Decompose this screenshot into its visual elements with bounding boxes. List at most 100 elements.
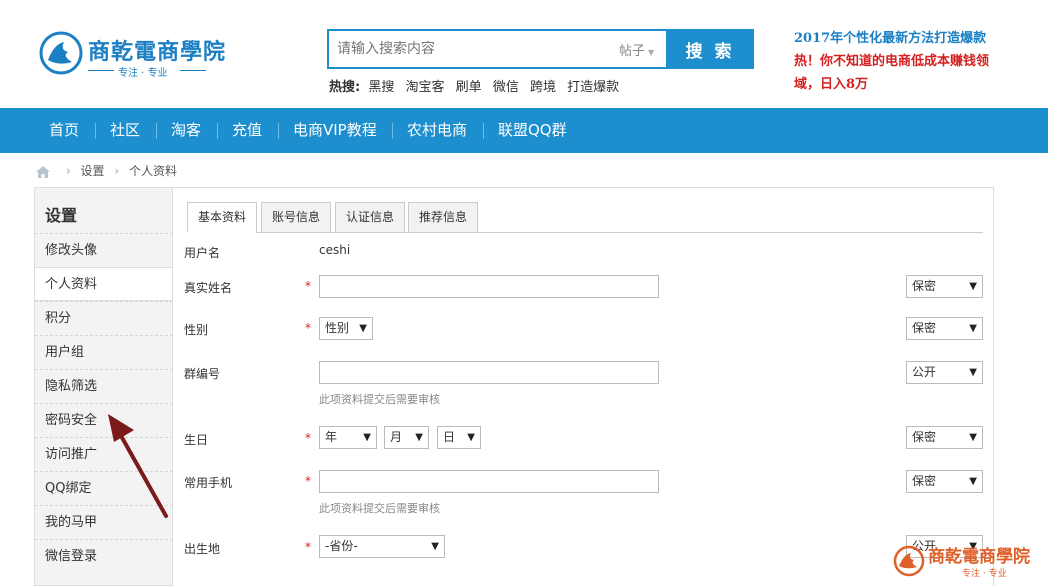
birth-year-select[interactable]: 年 ▼ bbox=[319, 426, 377, 449]
dropdown-arrow-icon: ▼ bbox=[431, 541, 439, 552]
birth-month-select[interactable]: 月 ▼ bbox=[384, 426, 429, 449]
nav-divider bbox=[95, 123, 96, 139]
dropdown-arrow-icon: ▼ bbox=[969, 476, 977, 487]
breadcrumb: › 设置 › 个人资料 bbox=[36, 162, 177, 180]
logo-divider bbox=[88, 70, 114, 71]
nav-item-vip-course[interactable]: 电商VIP教程 bbox=[293, 108, 377, 153]
logo-text: 商乾電商學院 bbox=[88, 39, 227, 65]
breadcrumb-item[interactable]: 设置 bbox=[80, 164, 104, 178]
dropdown-arrow-icon: ▼ bbox=[969, 367, 977, 378]
gender-privacy-select[interactable]: 保密 ▼ bbox=[906, 317, 983, 340]
dropdown-arrow-icon: ▼ bbox=[467, 432, 475, 443]
nav-item-recharge[interactable]: 充值 bbox=[232, 108, 262, 153]
sidebar-item-wechat[interactable]: 微信登录 bbox=[35, 539, 173, 573]
privacy-value: 保密 bbox=[912, 321, 937, 335]
watermark-logo: 商乾電商學院 专注 · 专业 bbox=[892, 540, 1048, 586]
username-label: 用户名 bbox=[184, 246, 221, 260]
promo-link[interactable]: 热！你不知道的电商低成本赚钱领域，日入8万 bbox=[794, 50, 994, 96]
search-type-label: 帖子 bbox=[619, 44, 646, 59]
main-nav: 首页 社区 淘客 充值 电商VIP教程 农村电商 联盟QQ群 bbox=[0, 108, 1048, 153]
group-number-input[interactable] bbox=[319, 361, 659, 384]
realname-label: 真实姓名 bbox=[184, 281, 233, 295]
sidebar-item-privacy[interactable]: 隐私筛选 bbox=[35, 369, 173, 403]
search-input[interactable] bbox=[329, 31, 609, 67]
chevron-down-icon: ▼ bbox=[648, 48, 655, 57]
group-number-label: 群编号 bbox=[184, 367, 221, 381]
search-button[interactable]: 搜 索 bbox=[666, 29, 754, 69]
birth-day-select[interactable]: 日 ▼ bbox=[437, 426, 481, 449]
username-value: ceshi bbox=[319, 243, 351, 257]
phone-label: 常用手机 bbox=[184, 476, 233, 490]
realname-privacy-select[interactable]: 保密 ▼ bbox=[906, 275, 983, 298]
profile-panel: 基本资料 账号信息 认证信息 推荐信息 用户名 ceshi 真实姓名 * 保密 ▼… bbox=[172, 187, 994, 586]
required-mark: * bbox=[305, 540, 311, 554]
chevron-right-icon: › bbox=[114, 164, 120, 178]
birthday-privacy-select[interactable]: 保密 ▼ bbox=[906, 426, 983, 449]
privacy-value: 保密 bbox=[912, 474, 937, 488]
search-bar: 帖子▼ 搜 索 bbox=[327, 29, 754, 69]
watermark-slogan: 专注 · 专业 bbox=[962, 569, 1007, 579]
privacy-value: 保密 bbox=[912, 279, 937, 293]
sidebar-item-profile[interactable]: 个人资料 bbox=[35, 267, 174, 301]
gender-value: 性别 bbox=[325, 321, 350, 335]
nav-item-home[interactable]: 首页 bbox=[49, 108, 79, 153]
nav-item-qq-group[interactable]: 联盟QQ群 bbox=[498, 108, 567, 153]
hot-search-item[interactable]: 黑搜 bbox=[368, 80, 394, 95]
review-hint: 此项资料提交后需要审核 bbox=[319, 502, 440, 515]
province-select[interactable]: -省份- ▼ bbox=[319, 535, 445, 558]
sidebar-item-avatar[interactable]: 修改头像 bbox=[35, 233, 173, 267]
sidebar-item-usergroup[interactable]: 用户组 bbox=[35, 335, 173, 369]
birth-month-value: 月 bbox=[390, 430, 403, 444]
promo-link[interactable]: 2017年个性化最新方法打造爆款 bbox=[794, 27, 986, 46]
privacy-value: 公开 bbox=[912, 365, 937, 379]
search-type-dropdown[interactable]: 帖子 ▼ bbox=[619, 40, 654, 59]
site-header: 商乾電商學院 专注 · 专业 帖子▼ 搜 索 热搜: 黑搜 淘宝客 刷单 微信 … bbox=[0, 0, 1048, 108]
required-mark: * bbox=[305, 474, 311, 488]
watermark-emblem-icon bbox=[893, 545, 925, 577]
hot-search-item[interactable]: 微信 bbox=[493, 80, 519, 95]
group-privacy-select[interactable]: 公开 ▼ bbox=[906, 361, 983, 384]
home-icon[interactable] bbox=[36, 165, 50, 178]
phone-input[interactable] bbox=[319, 470, 659, 493]
settings-sidebar: 设置 修改头像 个人资料 积分 用户组 隐私筛选 密码安全 访问推广 QQ绑定 … bbox=[34, 187, 174, 586]
nav-divider bbox=[483, 123, 484, 139]
realname-input[interactable] bbox=[319, 275, 659, 298]
hot-search-item[interactable]: 淘宝客 bbox=[406, 80, 445, 95]
hot-search: 热搜: 黑搜 淘宝客 刷单 微信 跨境 打造爆款 bbox=[329, 76, 626, 95]
hot-search-item[interactable]: 打造爆款 bbox=[567, 80, 619, 95]
breadcrumb-item: 个人资料 bbox=[128, 164, 177, 178]
phone-privacy-select[interactable]: 保密 ▼ bbox=[906, 470, 983, 493]
required-mark: * bbox=[305, 279, 311, 293]
gender-label: 性别 bbox=[184, 323, 209, 337]
site-logo[interactable]: 商乾電商學院 专注 · 专业 bbox=[38, 30, 228, 80]
hot-search-item[interactable]: 刷单 bbox=[456, 80, 482, 95]
logo-divider bbox=[180, 70, 206, 71]
tab-verification[interactable]: 认证信息 bbox=[335, 202, 406, 233]
dropdown-arrow-icon: ▼ bbox=[969, 432, 977, 443]
birthday-label: 生日 bbox=[184, 433, 209, 447]
gender-select[interactable]: 性别 ▼ bbox=[319, 317, 373, 340]
tab-account[interactable]: 账号信息 bbox=[261, 202, 332, 233]
logo-slogan: 专注 · 专业 bbox=[118, 68, 168, 79]
province-value: -省份- bbox=[325, 539, 358, 553]
birth-day-value: 日 bbox=[443, 430, 456, 444]
privacy-value: 保密 bbox=[912, 430, 937, 444]
hot-search-item[interactable]: 跨境 bbox=[530, 80, 556, 95]
nav-divider bbox=[217, 123, 218, 139]
sidebar-item-credits[interactable]: 积分 bbox=[35, 301, 173, 335]
tab-basic[interactable]: 基本资料 bbox=[187, 202, 258, 233]
profile-tabs: 基本资料 账号信息 认证信息 推荐信息 bbox=[187, 202, 983, 233]
nav-divider bbox=[156, 123, 157, 139]
tab-referral[interactable]: 推荐信息 bbox=[408, 202, 479, 233]
required-mark: * bbox=[305, 321, 311, 335]
chevron-right-icon: › bbox=[65, 164, 71, 178]
required-mark: * bbox=[305, 431, 311, 445]
nav-divider bbox=[392, 123, 393, 139]
dropdown-arrow-icon: ▼ bbox=[415, 432, 423, 443]
nav-item-community[interactable]: 社区 bbox=[110, 108, 140, 153]
nav-item-rural[interactable]: 农村电商 bbox=[407, 108, 467, 153]
dropdown-arrow-icon: ▼ bbox=[359, 323, 367, 334]
nav-item-taoke[interactable]: 淘客 bbox=[171, 108, 201, 153]
dropdown-arrow-icon: ▼ bbox=[363, 432, 371, 443]
watermark-text: 商乾電商學院 bbox=[928, 547, 1030, 567]
